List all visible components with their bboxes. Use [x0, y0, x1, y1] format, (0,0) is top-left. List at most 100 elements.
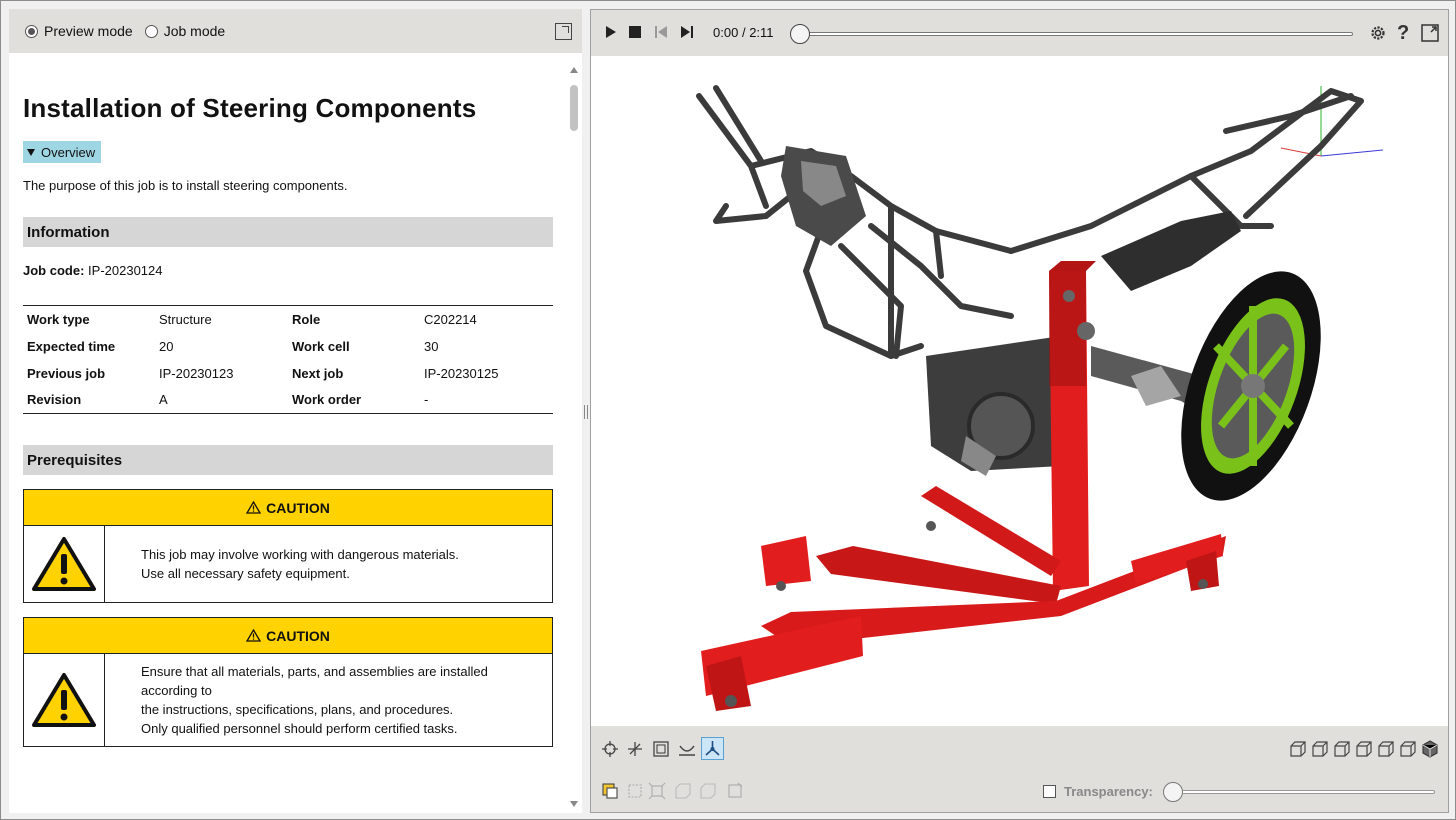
preview-mode-label: Preview mode: [44, 23, 133, 39]
play-icon[interactable]: [605, 25, 617, 39]
scroll-up-icon[interactable]: [570, 67, 578, 73]
info-value: -: [424, 392, 429, 408]
ground-icon[interactable]: [678, 740, 696, 758]
view-cube-icon[interactable]: [1377, 740, 1395, 758]
transparency-slider-track[interactable]: [1173, 790, 1435, 794]
fit-view-icon[interactable]: [652, 740, 670, 758]
viewer-panel: 0:00 / 2:11 ? Transparency:: [590, 9, 1449, 813]
axes-icon: [705, 741, 720, 756]
skip-back-icon[interactable]: [654, 25, 668, 39]
document-panel: Preview mode Job mode Installation of St…: [9, 9, 582, 813]
job-code-label: Job code:: [23, 263, 85, 278]
caution-text: This job may involve working with danger…: [105, 526, 459, 602]
stop-icon[interactable]: [629, 25, 641, 39]
current-time: 0:00: [713, 25, 739, 40]
info-key: Next job: [292, 365, 344, 381]
caution-icon-cell: [24, 654, 105, 746]
info-value: IP-20230125: [424, 365, 499, 381]
info-value: IP-20230123: [159, 365, 234, 381]
app-window: Preview mode Job mode Installation of St…: [0, 0, 1456, 820]
time-separator: /: [741, 25, 746, 40]
caution-box: CAUTION This job may involve working wit…: [23, 489, 553, 603]
info-key: Previous job: [27, 365, 106, 381]
info-key: Work type: [27, 311, 90, 327]
caution-line: the instructions, specifications, plans,…: [141, 702, 454, 717]
panel-splitter[interactable]: [584, 405, 588, 419]
page-title: Installation of Steering Components: [23, 93, 477, 123]
warning-triangle-icon: [32, 537, 96, 591]
pivot-icon[interactable]: [626, 740, 644, 758]
iso-view-cube-icon[interactable]: [1421, 740, 1439, 758]
table-row: Revision A Work order -: [23, 387, 553, 414]
animation-player-bar: 0:00 / 2:11 ?: [591, 10, 1448, 56]
info-value: 30: [424, 338, 439, 354]
caution-icon-cell: [24, 526, 105, 602]
caution-line: Use all necessary safety equipment.: [141, 566, 350, 581]
transparency-slider-knob[interactable]: [1163, 782, 1183, 802]
transparency-checkbox[interactable]: [1043, 785, 1056, 798]
preview-mode-radio-dot[interactable]: [25, 24, 38, 38]
motorcycle-stand-model[interactable]: [591, 56, 1448, 726]
info-key: Expected time: [27, 338, 116, 354]
ghost-icon[interactable]: [674, 782, 692, 800]
timeline-knob[interactable]: [790, 24, 810, 44]
info-value: C202214: [424, 311, 477, 327]
view-cube-icon[interactable]: [1355, 740, 1373, 758]
warning-triangle-icon: [32, 673, 96, 727]
reset-icon[interactable]: [726, 782, 744, 800]
caution-line: Ensure that all materials, parts, and as…: [141, 664, 488, 679]
expand-panel-icon[interactable]: [555, 23, 572, 40]
select-parts-icon[interactable]: [601, 782, 619, 800]
job-code: Job code: IP-20230124: [23, 263, 162, 278]
total-time: 2:11: [749, 25, 774, 40]
document-scrollbar[interactable]: [567, 61, 581, 813]
axes-mode-button[interactable]: [701, 737, 724, 760]
view-cube-icon[interactable]: [1311, 740, 1329, 758]
caution-header: CAUTION: [24, 618, 552, 654]
fullscreen-icon[interactable]: [1421, 24, 1439, 42]
preview-mode-radio[interactable]: Preview mode: [25, 23, 133, 39]
caution-title: CAUTION: [266, 499, 330, 516]
warning-triangle-icon: [246, 501, 262, 514]
scroll-down-icon[interactable]: [570, 801, 578, 807]
caution-line: according to: [141, 683, 212, 698]
isolate-icon[interactable]: [648, 782, 666, 800]
overview-label: Overview: [41, 144, 96, 160]
job-mode-radio-dot[interactable]: [144, 24, 158, 38]
view-cube-icon[interactable]: [1289, 740, 1307, 758]
timeline-track[interactable]: [801, 32, 1353, 36]
table-row: Expected time 20 Work cell 30: [23, 333, 553, 360]
caution-body: Ensure that all materials, parts, and as…: [24, 654, 552, 746]
info-key: Role: [292, 311, 321, 327]
job-code-value: IP-20230124: [88, 263, 163, 278]
warning-triangle-icon: [246, 629, 262, 642]
caution-line: Only qualified personnel should perform …: [141, 721, 458, 736]
info-value: 20: [159, 338, 174, 354]
transparency-label: Transparency:: [1064, 784, 1153, 799]
hide-parts-icon[interactable]: [626, 782, 644, 800]
prerequisites-heading: Prerequisites: [23, 445, 553, 475]
table-row: Work type Structure Role C202214: [23, 306, 553, 333]
transparency-control: Transparency:: [1043, 784, 1153, 799]
scroll-thumb[interactable]: [570, 85, 578, 131]
table-row: Previous job IP-20230123 Next job IP-202…: [23, 360, 553, 387]
view-cube-icon[interactable]: [1333, 740, 1351, 758]
overview-toggle[interactable]: Overview: [23, 141, 102, 163]
caution-box: CAUTION Ensure that all materials, parts…: [23, 617, 553, 747]
information-heading: Information: [23, 217, 553, 247]
viewer-toolbar: Transparency:: [591, 726, 1448, 812]
job-mode-radio[interactable]: Job mode: [144, 23, 226, 39]
3d-viewport[interactable]: [591, 56, 1448, 726]
settings-icon[interactable]: [1369, 24, 1387, 42]
view-cube-icon[interactable]: [1399, 740, 1417, 758]
job-mode-label: Job mode: [163, 23, 226, 39]
info-key: Work order: [292, 392, 362, 408]
select-target-icon[interactable]: [601, 740, 619, 758]
caution-title: CAUTION: [266, 627, 330, 644]
mode-bar: Preview mode Job mode: [9, 9, 582, 53]
show-all-icon[interactable]: [699, 782, 717, 800]
caution-header: CAUTION: [24, 490, 552, 526]
skip-forward-icon[interactable]: [680, 25, 694, 39]
help-icon[interactable]: ?: [1397, 22, 1409, 45]
info-key: Revision: [27, 392, 82, 408]
